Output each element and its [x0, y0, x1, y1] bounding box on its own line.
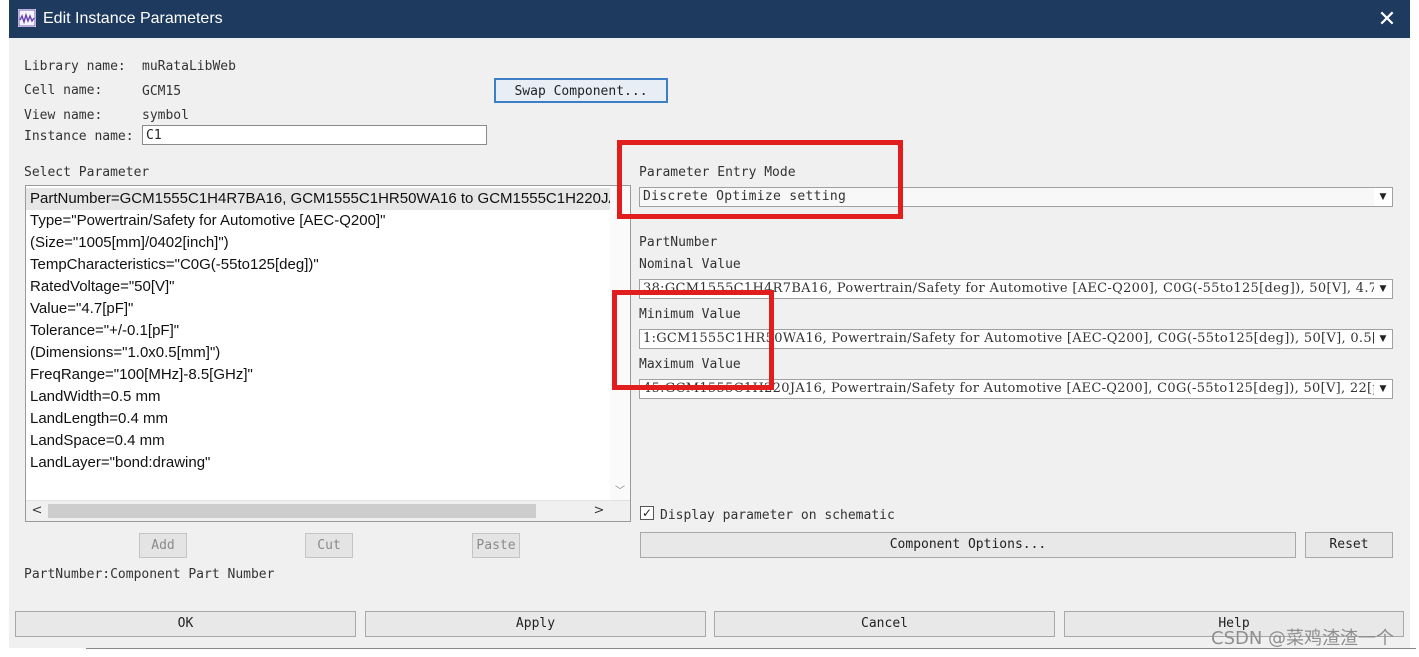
component-options-button[interactable]: Component Options...: [640, 532, 1296, 558]
highlight-box-min-max: [612, 290, 774, 390]
parameter-item-size[interactable]: (Size="1005[mm]/0402[inch]"): [26, 232, 611, 254]
cut-button[interactable]: Cut: [305, 533, 353, 558]
display-on-schematic-label: Display parameter on schematic: [660, 508, 895, 523]
cancel-button[interactable]: Cancel: [714, 611, 1055, 637]
parameter-item-partnumber[interactable]: PartNumber=GCM1555C1H4R7BA16, GCM1555C1H…: [26, 188, 611, 210]
parameter-item-tempcharacteristics[interactable]: TempCharacteristics="C0G(-55to125[deg])": [26, 254, 611, 276]
app-icon: [18, 9, 36, 27]
cell-name-value: GCM15: [142, 84, 182, 99]
parameter-item-ratedvoltage[interactable]: RatedVoltage="50[V]": [26, 276, 611, 298]
cell-name-label: Cell name:: [24, 83, 103, 98]
library-name-value: muRataLibWeb: [142, 59, 236, 74]
parameter-item-value[interactable]: Value="4.7[pF]": [26, 298, 611, 320]
dropdown-arrow-icon[interactable]: ▼: [1374, 330, 1392, 348]
library-name-label: Library name:: [24, 59, 126, 74]
parameter-list[interactable]: PartNumber=GCM1555C1H4R7BA16, GCM1555C1H…: [25, 185, 631, 522]
scroll-down-icon[interactable]: ﹀: [614, 487, 626, 497]
parameter-item-landwidth[interactable]: LandWidth=0.5 mm: [26, 386, 611, 408]
close-icon[interactable]: ✕: [1364, 0, 1410, 38]
parameter-item-dimensions[interactable]: (Dimensions="1.0x0.5[mm]"): [26, 342, 611, 364]
swap-component-button[interactable]: Swap Component...: [494, 78, 668, 103]
parameter-item-type[interactable]: Type="Powertrain/Safety for Automotive […: [26, 210, 611, 232]
horizontal-scroll-thumb[interactable]: [48, 504, 536, 518]
ok-button[interactable]: OK: [15, 611, 356, 637]
scroll-left-icon[interactable]: <: [30, 503, 44, 519]
view-name-label: View name:: [24, 108, 103, 123]
parameter-item-landlength[interactable]: LandLength=0.4 mm: [26, 408, 611, 430]
reset-button[interactable]: Reset: [1305, 532, 1393, 558]
watermark-text: CSDN @菜鸡渣渣一个: [1211, 628, 1395, 649]
instance-name-input[interactable]: [142, 125, 487, 145]
title-bar[interactable]: Edit Instance Parameters ✕: [9, 0, 1410, 38]
parameter-item-tolerance[interactable]: Tolerance="+/-0.1[pF]": [26, 320, 611, 342]
apply-button[interactable]: Apply: [365, 611, 706, 637]
add-button[interactable]: Add: [139, 533, 187, 558]
parameter-item-landspace[interactable]: LandSpace=0.4 mm: [26, 430, 611, 452]
dropdown-arrow-icon[interactable]: ▼: [1374, 188, 1392, 206]
parameter-item-freqrange[interactable]: FreqRange="100[MHz]-8.5[GHz]": [26, 364, 611, 386]
select-parameter-label: Select Parameter: [24, 165, 150, 180]
scroll-right-icon[interactable]: >: [592, 503, 606, 519]
partnumber-label: PartNumber: [639, 235, 718, 250]
window-title: Edit Instance Parameters: [43, 10, 223, 27]
display-on-schematic-checkbox[interactable]: ✓: [640, 506, 654, 520]
instance-name-label: Instance name:: [24, 129, 134, 144]
highlight-box-entry-mode: [617, 140, 903, 219]
dropdown-arrow-icon[interactable]: ▼: [1374, 380, 1392, 398]
dropdown-arrow-icon[interactable]: ▼: [1374, 280, 1392, 298]
view-name-value: symbol: [142, 108, 189, 123]
parameter-description: PartNumber:Component Part Number: [24, 567, 275, 582]
horizontal-scrollbar[interactable]: < >: [26, 500, 630, 521]
paste-button[interactable]: Paste: [472, 533, 520, 558]
nominal-value-label: Nominal Value: [639, 257, 741, 272]
parameter-item-landlayer[interactable]: LandLayer="bond:drawing": [26, 452, 611, 474]
